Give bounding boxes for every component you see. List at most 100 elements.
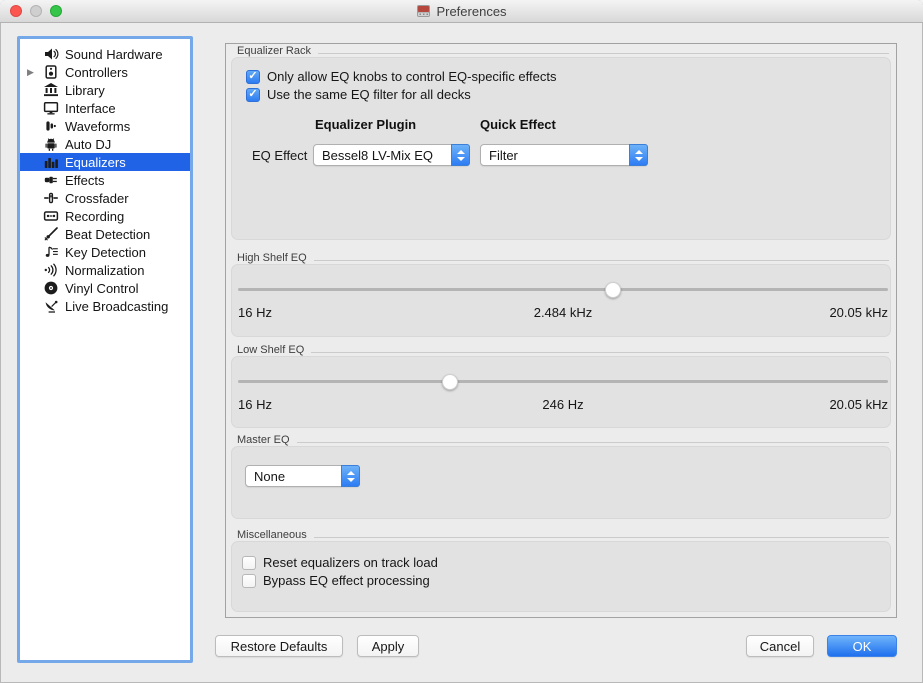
bank-icon bbox=[42, 82, 60, 98]
eq-effect-label: EQ Effect bbox=[252, 148, 307, 163]
sidebar-item-label: Recording bbox=[65, 209, 124, 224]
window-title-area: Preferences bbox=[0, 0, 923, 22]
equalizer-plugin-header: Equalizer Plugin bbox=[315, 117, 416, 132]
eq-plugin-select-value: Bessel8 LV-Mix EQ bbox=[314, 148, 451, 163]
restore-defaults-button[interactable]: Restore Defaults bbox=[215, 635, 343, 657]
low-shelf-max-label: 20.05 kHz bbox=[829, 397, 888, 412]
music-note-icon bbox=[42, 244, 60, 260]
master-eq-select-value: None bbox=[246, 469, 341, 484]
group-title-miscellaneous: Miscellaneous bbox=[237, 529, 889, 541]
sidebar-item-beat-detection[interactable]: Beat Detection bbox=[20, 225, 190, 243]
reset-equalizers-checkbox[interactable] bbox=[242, 556, 256, 570]
sidebar-item-recording[interactable]: Recording bbox=[20, 207, 190, 225]
eq-plugin-select[interactable]: Bessel8 LV-Mix EQ bbox=[313, 144, 470, 166]
satellite-icon bbox=[42, 298, 60, 314]
low-shelf-slider-thumb[interactable] bbox=[442, 374, 458, 390]
low-shelf-value-label: 246 Hz bbox=[238, 397, 888, 412]
low-shelf-box bbox=[231, 356, 891, 428]
low-shelf-slider[interactable] bbox=[238, 373, 888, 390]
crossfader-icon bbox=[42, 190, 60, 206]
apply-button[interactable]: Apply bbox=[357, 635, 419, 657]
reset-equalizers-checkbox-row: Reset equalizers on track load bbox=[242, 555, 438, 570]
sidebar-item-label: Vinyl Control bbox=[65, 281, 138, 296]
popup-chevrons-icon bbox=[341, 465, 360, 487]
eq-knobs-checkbox[interactable] bbox=[246, 70, 260, 84]
group-title-line bbox=[314, 260, 889, 261]
sidebar-item-label: Interface bbox=[65, 101, 116, 116]
preferences-window: Preferences Sound Hardware ▶ Controllers Li… bbox=[0, 0, 923, 683]
sidebar-item-key-detection[interactable]: Key Detection bbox=[20, 243, 190, 261]
master-eq-select[interactable]: None bbox=[245, 465, 360, 487]
sidebar-item-label: Beat Detection bbox=[65, 227, 150, 242]
high-shelf-slider[interactable] bbox=[238, 281, 888, 298]
window-title: Preferences bbox=[436, 4, 506, 19]
soundwave-icon bbox=[42, 262, 60, 278]
high-shelf-value-label: 2.484 kHz bbox=[238, 305, 888, 320]
sidebar-item-label: Key Detection bbox=[65, 245, 146, 260]
sidebar-item-effects[interactable]: Effects bbox=[20, 171, 190, 189]
group-title-line bbox=[311, 352, 889, 353]
bypass-eq-checkbox-label: Bypass EQ effect processing bbox=[263, 573, 430, 588]
quick-effect-select[interactable]: Filter bbox=[480, 144, 648, 166]
preferences-sidebar[interactable]: Sound Hardware ▶ Controllers Library Interfa… bbox=[17, 36, 193, 663]
sidebar-item-label: Normalization bbox=[65, 263, 144, 278]
high-shelf-slider-thumb[interactable] bbox=[605, 282, 621, 298]
sidebar-item-normalization[interactable]: Normalization bbox=[20, 261, 190, 279]
disclosure-triangle-icon[interactable]: ▶ bbox=[20, 67, 42, 78]
group-title-high-shelf: High Shelf EQ bbox=[237, 252, 889, 264]
same-eq-filter-checkbox[interactable] bbox=[246, 88, 260, 102]
plug-icon bbox=[42, 172, 60, 188]
group-title-line bbox=[318, 53, 889, 54]
sidebar-item-label: Controllers bbox=[65, 65, 128, 80]
sidebar-item-vinyl-control[interactable]: Vinyl Control bbox=[20, 279, 190, 297]
sidebar-item-label: Waveforms bbox=[65, 119, 130, 134]
speaker-icon bbox=[42, 46, 60, 62]
sidebar-item-crossfader[interactable]: Crossfader bbox=[20, 189, 190, 207]
sidebar-item-label: Library bbox=[65, 83, 105, 98]
eq-knobs-checkbox-row: Only allow EQ knobs to control EQ-specif… bbox=[246, 69, 557, 84]
sidebar-item-controllers[interactable]: ▶ Controllers bbox=[20, 63, 190, 81]
group-title-line bbox=[297, 442, 889, 443]
drumstick-icon bbox=[42, 226, 60, 242]
cassette-icon bbox=[42, 208, 60, 224]
waveform-icon bbox=[42, 118, 60, 134]
low-shelf-slider-track[interactable] bbox=[238, 380, 888, 383]
sidebar-item-live-broadcasting[interactable]: Live Broadcasting bbox=[20, 297, 190, 315]
sidebar-item-label: Auto DJ bbox=[65, 137, 111, 152]
sidebar-item-equalizers[interactable]: Equalizers bbox=[20, 153, 190, 171]
vinyl-icon bbox=[42, 280, 60, 296]
sidebar-item-interface[interactable]: Interface bbox=[20, 99, 190, 117]
bypass-eq-checkbox[interactable] bbox=[242, 574, 256, 588]
sidebar-list: Sound Hardware ▶ Controllers Library Interfa… bbox=[20, 45, 190, 315]
same-eq-filter-checkbox-label: Use the same EQ filter for all decks bbox=[267, 87, 471, 102]
titlebar[interactable]: Preferences bbox=[0, 0, 923, 23]
monitor-icon bbox=[42, 100, 60, 116]
quick-effect-select-value: Filter bbox=[481, 148, 629, 163]
preferences-app-icon bbox=[416, 4, 431, 18]
high-shelf-box bbox=[231, 264, 891, 337]
group-title-low-shelf: Low Shelf EQ bbox=[237, 344, 889, 356]
sidebar-item-label: Effects bbox=[65, 173, 105, 188]
sidebar-item-label: Crossfader bbox=[65, 191, 129, 206]
sidebar-item-sound-hardware[interactable]: Sound Hardware bbox=[20, 45, 190, 63]
popup-chevrons-icon bbox=[451, 144, 470, 166]
group-title-master-eq: Master EQ bbox=[237, 434, 889, 446]
ok-button[interactable]: OK bbox=[827, 635, 897, 657]
group-title-equalizer-rack: Equalizer Rack bbox=[237, 45, 889, 57]
eq-knobs-checkbox-label: Only allow EQ knobs to control EQ-specif… bbox=[267, 69, 557, 84]
high-shelf-slider-track[interactable] bbox=[238, 288, 888, 291]
sidebar-item-label: Live Broadcasting bbox=[65, 299, 168, 314]
quick-effect-header: Quick Effect bbox=[480, 117, 556, 132]
sidebar-item-library[interactable]: Library bbox=[20, 81, 190, 99]
reset-equalizers-checkbox-label: Reset equalizers on track load bbox=[263, 555, 438, 570]
popup-chevrons-icon bbox=[629, 144, 648, 166]
cancel-button[interactable]: Cancel bbox=[746, 635, 814, 657]
controller-icon bbox=[42, 64, 60, 80]
sidebar-item-label: Sound Hardware bbox=[65, 47, 163, 62]
sidebar-item-label: Equalizers bbox=[65, 155, 126, 170]
high-shelf-max-label: 20.05 kHz bbox=[829, 305, 888, 320]
same-eq-filter-checkbox-row: Use the same EQ filter for all decks bbox=[246, 87, 471, 102]
sidebar-item-waveforms[interactable]: Waveforms bbox=[20, 117, 190, 135]
group-title-line bbox=[314, 537, 889, 538]
sidebar-item-auto-dj[interactable]: Auto DJ bbox=[20, 135, 190, 153]
